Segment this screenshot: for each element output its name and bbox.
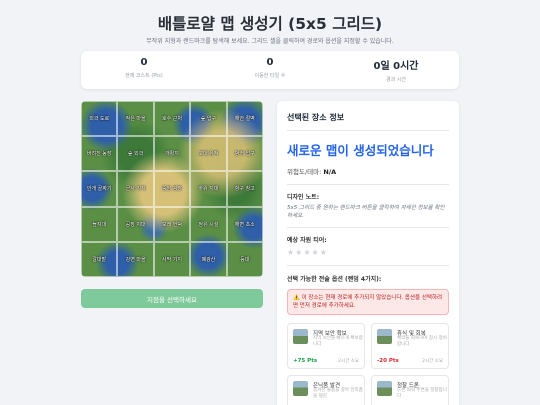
map-cell[interactable]: 바위 지대 [190,171,227,207]
map-cell[interactable]: 갈대밭 [81,241,118,277]
map-cell[interactable]: 버려진 농장 [81,136,118,172]
tactic-card[interactable]: 휴식 및 회복 체력을 회복하며 잠시 정비합니다 -20 Pts 2시간 소요 [371,323,449,369]
map-cell[interactable]: 외곽 도로 [81,101,118,137]
resource-tier-label: 예상 자원 티어: [287,237,327,244]
tactic-time: 2시간 소요 [422,359,443,364]
map-cell-label: 등대 [240,256,250,263]
tactic-desc: 체력을 회복하며 잠시 정비합니다 [397,336,447,347]
map-grid: 외곽 도로 작은 마을 호수 근처 숲 입구 해안 절벽버려진 농장 숲 외곽 개활지 고대 … [81,101,263,277]
tactic-thumbnail [377,329,392,344]
map-cell-label: 작은 마을 [125,116,146,123]
tactic-card[interactable]: 은닉품 발견숨겨진 물품을 찾아 전리품을 챙김+100 Pts3시간 소요 [287,375,365,405]
map-cell[interactable]: 사막 기지 [153,241,191,277]
stat-label: 이동한 타일 수 [254,73,286,79]
tactic-desc: 드론 띄워 주변을 정찰합니다 [397,388,447,399]
map-cell[interactable]: 고대 유적 [190,136,227,172]
resource-stars: ★★★★★ [287,248,449,266]
map-cell-label: 사막 기지 [161,256,182,263]
map-cell[interactable]: 작은 마을 [117,101,154,137]
stat-value: 0 [266,57,274,68]
map-cell[interactable]: 개활지 [153,136,191,172]
map-cell[interactable]: 안개 골짜기 [81,171,118,207]
tactic-card[interactable]: 정찰 드론드론 띄워 주변을 정찰합니다-150 Pts1시간 소요 [371,375,449,405]
map-cell-label: 중앙 광장 [161,186,182,193]
map-cell-label: 숲 외곽 [127,151,144,158]
danger-row: 위험도/테마: N/A [287,166,449,185]
map-cell[interactable]: 숲 입구 [190,101,227,137]
tactic-time: 2시간 소요 [338,359,359,364]
danger-label: 위험도/테마: [287,168,322,176]
map-cell-label: 안개 골짜기 [86,186,112,193]
danger-value: N/A [323,168,337,176]
map-cell[interactable]: 숲 외곽 [117,136,154,172]
design-note-text: 5x5 그리드 중 원하는 랜드마크 버튼을 클릭하여 자세한 정보를 확인하세… [287,204,449,228]
map-cell[interactable]: 강변 마을 [117,241,154,277]
map-cell[interactable]: 등대 [226,241,263,277]
map-cell-label: 모래 언덕 [161,221,182,228]
page-title: 배틀로얄 맵 생성기 (5x5 그리드) [157,15,383,33]
route-alert: ⚠️ 이 장소는 현재 경로에 추가되지 않았습니다. 옵션을 선택하려면 먼저… [287,289,449,315]
map-cell-label: 호수 근처 [161,116,182,123]
tactics-label: 선택 가능한 전술 옵션 (랜덤 4가지): [287,276,382,283]
stat-value: 0일 0시간 [373,61,419,72]
map-cell-label: 강변 마을 [125,256,146,263]
tactic-thumbnail [293,381,308,396]
map-cell-label: 갈대밭 [92,256,107,263]
place-title: 새로운 맵이 생성되었습니다 [287,143,434,158]
map-cell[interactable]: 군사 기지 [117,171,154,207]
tactic-points: +75 Pts [293,358,318,364]
map-cell-label: 버려진 농장 [86,151,112,158]
stat-label: 경과 시간 [386,77,406,83]
map-cell-label: 항구 창고 [234,186,255,193]
map-cell-label: 해안 절벽 [234,116,255,123]
stat-cost: 0 현재 코스트 (Pts) [81,51,207,89]
stat-tiles: 0 이동한 타일 수 [207,51,333,89]
map-cell-label: 공장 지대 [125,221,146,228]
page-subtitle: 무작위 지형과 랜드마크를 탐색해 보세요. 그리드 셀을 클릭하여 경로와 옵… [146,38,394,45]
map-cell[interactable]: 늪지대 [81,206,118,242]
map-cell-label: 해변 초소 [234,221,255,228]
tactic-points: -20 Pts [377,358,399,364]
tactic-desc: 숨겨진 물품을 찾아 전리품을 챙김 [313,388,363,399]
panel-heading: 선택된 장소 정보 [287,101,449,131]
stat-time: 0일 0시간 경과 시간 [333,51,459,89]
map-cell-label: 개활지 [165,151,179,158]
map-cell-label: 군사 기지 [125,186,146,193]
tactic-thumbnail [377,381,392,396]
battle-map: 외곽 도로 작은 마을 호수 근처 숲 입구 해안 절벽버려진 농장 숲 외곽 개활지 고대 … [81,101,263,277]
map-cell-label: 외곽 도로 [89,116,110,123]
map-cell-label: 숲 입구 [200,116,217,123]
tactic-desc: 지역 보안을 빠르게 확보합니다 [313,336,363,347]
map-cell[interactable]: 폐광산 [190,241,227,277]
map-cell-label: 바위 지대 [198,186,219,193]
select-location-button[interactable]: 지점을 선택하세요 [81,289,263,308]
stat-value: 0 [140,57,148,68]
stats-bar: 0 현재 코스트 (Pts) 0 이동한 타일 수 0일 0시간 경과 시간 [81,51,459,89]
map-cell-label: 고대 유적 [198,151,219,158]
map-cell[interactable]: 해안 절벽 [226,101,263,137]
location-info-panel: 선택된 장소 정보 새로운 맵이 생성되었습니다 위험도/테마: N/A 디자인… [277,101,459,405]
map-cell[interactable]: 공장 지대 [117,206,154,242]
map-cell[interactable]: 호수 근처 [153,101,191,137]
map-cell-label: 폐광산 [201,256,216,263]
map-cell[interactable]: 모래 언덕 [153,206,191,242]
map-cell-label: 정유 시설 [198,221,219,228]
tactic-cards: 지역 보안 확보 지역 보안을 빠르게 확보합니다 +75 Pts 2시간 소요 휴식 … [287,323,449,405]
tactic-card[interactable]: 지역 보안 확보 지역 보안을 빠르게 확보합니다 +75 Pts 2시간 소요 [287,323,365,369]
map-cell[interactable]: 해변 초소 [226,206,263,242]
design-note-label: 디자인 노트: [287,194,320,201]
map-cell[interactable]: 벙커 입구 [226,136,263,172]
stat-label: 현재 코스트 (Pts) [125,73,163,79]
map-cell-label: 벙커 입구 [234,151,255,158]
map-cell-label: 늪지대 [92,221,107,228]
map-cell[interactable]: 항구 창고 [226,171,263,207]
tactic-thumbnail [293,329,308,344]
map-cell[interactable]: 중앙 광장 [153,171,191,207]
map-cell[interactable]: 정유 시설 [190,206,227,242]
